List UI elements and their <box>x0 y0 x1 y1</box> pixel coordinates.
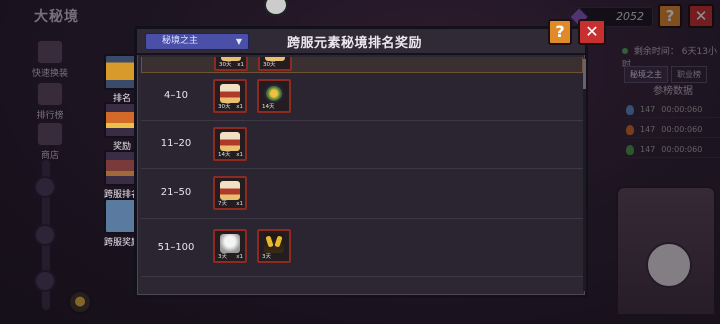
champion-chest-icon <box>220 181 240 200</box>
reward-item[interactable]: 30天 <box>258 57 292 71</box>
item-duration: 14天 <box>218 152 231 158</box>
item-quantity: x1 <box>237 62 244 68</box>
rank-range: 21–50 <box>160 187 192 198</box>
realm-select-value: 秘境之主 <box>162 36 199 46</box>
rank-range: 11–20 <box>160 138 192 149</box>
reward-items: 3天 x1 3天 <box>213 229 291 263</box>
reward-row: 30天 x1 30天 <box>141 57 583 73</box>
reward-items: 14天 x1 <box>213 127 247 161</box>
item-quantity: x1 <box>236 152 243 158</box>
reward-row: 21–50 7天 x1 <box>141 169 583 219</box>
golden-horns-icon <box>264 234 284 253</box>
reward-items: 7天 x1 <box>213 176 247 210</box>
item-duration: 7天 <box>218 201 227 207</box>
help-button[interactable]: ? <box>548 19 572 45</box>
rank-range: 4–10 <box>163 90 189 101</box>
reward-row: 4–10 30天 x1 14天 <box>141 73 583 121</box>
reward-item[interactable]: 14天 <box>257 79 291 113</box>
rewards-modal: 秘境之主 ▼ 跨服元素秘境排名奖励 ? ✕ 30天 x1 30天 4–10 30… <box>134 19 606 298</box>
modal-title: 跨服元素秘境排名奖励 <box>287 36 423 51</box>
reward-item[interactable]: 14天 x1 <box>213 127 247 161</box>
scrollbar-thumb[interactable] <box>583 59 586 89</box>
item-duration: 3天 <box>218 254 227 260</box>
reward-list[interactable]: 30天 x1 30天 4–10 30天 x1 14天 11–20 14天 x1 … <box>141 57 583 293</box>
reward-item[interactable]: 3天 x1 <box>213 229 247 263</box>
item-duration: 30天 <box>263 62 276 68</box>
item-quantity: x1 <box>236 254 243 260</box>
champion-chest-icon <box>220 84 240 103</box>
reward-item[interactable]: 30天 x1 <box>214 57 248 71</box>
modal-header: 秘境之主 ▼ 跨服元素秘境排名奖励 <box>137 29 585 55</box>
reward-item[interactable]: 3天 <box>257 229 291 263</box>
item-quantity: x1 <box>236 104 243 110</box>
ghost-mask-icon <box>220 234 240 253</box>
reward-item[interactable]: 30天 x1 <box>213 79 247 113</box>
reward-row: 51–100 3天 x1 3天 <box>141 219 583 277</box>
rank-range: 51–100 <box>157 242 195 253</box>
reward-items: 30天 x1 30天 <box>214 57 292 71</box>
item-duration: 3天 <box>262 254 271 260</box>
element-orb-icon <box>264 84 284 103</box>
item-duration: 14天 <box>262 104 275 110</box>
champion-chest-icon <box>220 132 240 151</box>
reward-items: 30天 x1 14天 <box>213 79 291 113</box>
reward-item[interactable]: 7天 x1 <box>213 176 247 210</box>
item-duration: 30天 <box>219 62 232 68</box>
realm-select[interactable]: 秘境之主 ▼ <box>145 33 249 50</box>
reward-row: 11–20 14天 x1 <box>141 121 583 169</box>
scrollbar[interactable] <box>583 59 586 291</box>
chevron-down-icon: ▼ <box>235 37 242 46</box>
close-button[interactable]: ✕ <box>578 19 606 45</box>
item-duration: 30天 <box>218 104 231 110</box>
item-quantity: x1 <box>236 201 243 207</box>
